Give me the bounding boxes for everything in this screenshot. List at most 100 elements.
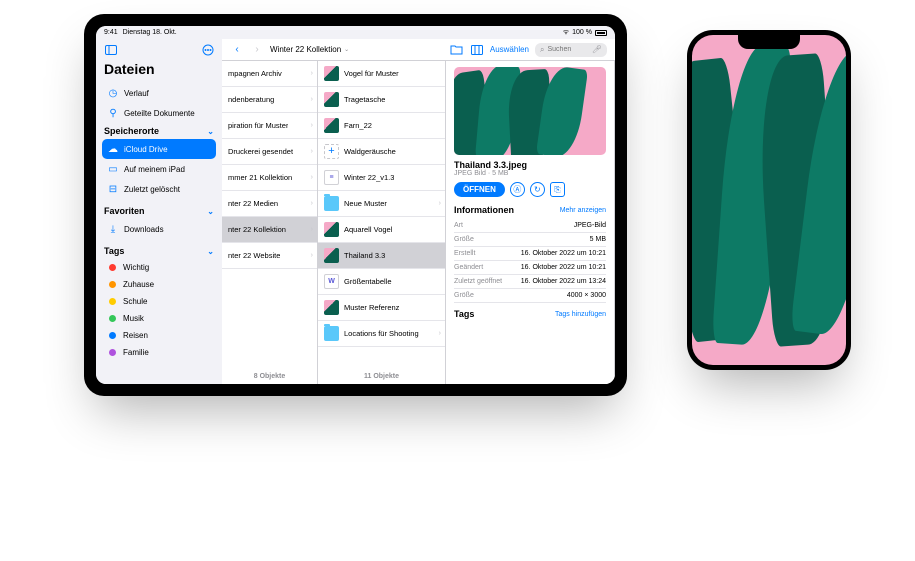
col2-item[interactable]: +Waldgeräusche [318,139,445,165]
sidebar-location-2[interactable]: ⊟Zuletzt gelöscht [102,179,216,199]
sidebar-location-1[interactable]: ▭Auf meinem iPad [102,159,216,179]
preview-image[interactable] [454,67,606,155]
info-value: 4000 × 3000 [567,292,606,299]
search-icon: ⌕ [540,45,544,55]
forward-button[interactable]: › [250,43,264,57]
col1-footer: 8 Objekte [222,369,317,384]
info-label: Größe [454,292,474,299]
col1-item[interactable]: nter 22 Website› [222,243,317,269]
sidebar-tag-5[interactable]: Familie [102,344,216,361]
col2-item[interactable]: ≡Winter 22_v1.3 [318,165,445,191]
sidebar-tag-0[interactable]: Wichtig [102,259,216,276]
image-icon [324,92,339,107]
back-button[interactable]: ‹ [230,43,244,57]
col1-item[interactable]: nter 22 Medien› [222,191,317,217]
col2-item[interactable]: Thailand 3.3 [318,243,445,269]
folder-icon [324,196,339,211]
sidebar-item-shared[interactable]: ⚲Geteilte Dokumente [102,103,216,123]
view-columns-icon[interactable] [470,43,484,57]
info-label: Zuletzt geöffnet [454,278,502,285]
image-icon [324,66,339,81]
info-value: JPEG-Bild [574,222,606,229]
col1-item[interactable]: mmer 21 Kollektion› [222,165,317,191]
show-more-link[interactable]: Mehr anzeigen [560,207,606,214]
info-value: 16. Oktober 2022 um 10:21 [521,250,606,257]
col1-item[interactable]: nter 22 Kollektion› [222,217,317,243]
chevron-right-icon: › [439,200,441,207]
ipad-device: 9:41 Dienstag 18. Okt. ᯤ 100 % Dateien ◷… [84,14,627,396]
info-label: Geändert [454,264,483,271]
locations-header[interactable]: Speicherorte⌄ [102,123,216,139]
folder-shared-icon: ⚲ [107,107,119,119]
col1-item[interactable]: ndenberatung› [222,87,317,113]
info-label: Art [454,222,463,229]
col1-item[interactable]: piration für Muster› [222,113,317,139]
chevron-down-icon: ⌄ [207,247,214,256]
info-value: 16. Oktober 2022 um 13:24 [521,278,606,285]
search-field[interactable]: ⌕ 🎤︎ [535,43,607,57]
sidebar-favorite-0[interactable]: ⤓Downloads [102,219,216,239]
preview-subtitle: JPEG Bild · 5 MB [454,170,606,177]
tag-dot-icon [109,349,116,356]
col2-item[interactable]: Locations für Shooting› [318,321,445,347]
sidebar-tag-2[interactable]: Schule [102,293,216,310]
breadcrumb[interactable]: Winter 22 Kollektion⌄ [270,45,349,54]
rotate-icon[interactable]: ↻ [530,182,545,197]
sidebar-tag-3[interactable]: Musik [102,310,216,327]
tags-header[interactable]: Tags⌄ [102,243,216,259]
col2-item[interactable]: WGrößentabelle [318,269,445,295]
mic-icon[interactable]: 🎤︎ [592,45,602,54]
info-value: 16. Oktober 2022 um 10:21 [521,264,606,271]
info-header: Informationen [454,205,514,215]
image-icon [324,248,339,263]
info-label: Erstellt [454,250,475,257]
sidebar-tag-1[interactable]: Zuhause [102,276,216,293]
column-2: Vogel für MusterTragetascheFarn_22+Waldg… [318,61,446,384]
col1-item[interactable]: Druckerei gesendet› [222,139,317,165]
location-icon: ▭ [107,163,119,175]
add-tags-link[interactable]: Tags hinzufügen [555,311,606,318]
search-input[interactable] [547,46,588,53]
status-time: 9:41 [104,29,118,36]
chevron-right-icon: › [311,252,313,259]
col2-item[interactable]: Vogel für Muster [318,61,445,87]
new-folder-icon[interactable] [450,43,464,57]
preview-pane: Thailand 3.3.jpeg JPEG Bild · 5 MB ÖFFNE… [446,61,615,384]
col2-item[interactable]: Aquarell Vogel [318,217,445,243]
download-icon: ⤓ [107,223,119,235]
chevron-right-icon: › [311,96,313,103]
info-value: 5 MB [590,236,606,243]
select-button[interactable]: Auswählen [490,45,529,54]
col1-item[interactable]: mpagnen Archiv› [222,61,317,87]
add-icon: + [324,144,339,159]
sidebar-tag-4[interactable]: Reisen [102,327,216,344]
status-bar: 9:41 Dienstag 18. Okt. ᯤ 100 % [96,26,615,39]
sidebar-location-0[interactable]: ☁︎iCloud Drive [102,139,216,159]
chevron-right-icon: › [311,174,313,181]
tag-dot-icon [109,332,116,339]
pdf-icon[interactable]: ⎘ [550,182,565,197]
col2-item[interactable]: Neue Muster› [318,191,445,217]
image-icon [324,300,339,315]
open-button[interactable]: ÖFFNEN [454,182,505,197]
more-icon[interactable] [201,43,214,56]
location-icon: ☁︎ [107,143,119,155]
info-row: Erstellt 16. Oktober 2022 um 10:21 [454,247,606,261]
col2-item[interactable]: Tragetasche [318,87,445,113]
tag-dot-icon [109,264,116,271]
chevron-right-icon: › [439,330,441,337]
tag-dot-icon [109,298,116,305]
sidebar-item-history[interactable]: ◷Verlauf [102,83,216,103]
document-icon: W [324,274,339,289]
chevron-down-icon: ⌄ [207,127,214,136]
column-1: mpagnen Archiv›ndenberatung›piration für… [222,61,318,384]
markup-icon[interactable]: Ⓐ [510,182,525,197]
clock-icon: ◷ [107,87,119,99]
iphone-device [687,30,851,370]
iphone-wallpaper [692,35,846,365]
col2-item[interactable]: Farn_22 [318,113,445,139]
sidebar-toggle-icon[interactable] [104,43,117,56]
favorites-header[interactable]: Favoriten⌄ [102,203,216,219]
col2-item[interactable]: Muster Referenz [318,295,445,321]
image-icon [324,222,339,237]
